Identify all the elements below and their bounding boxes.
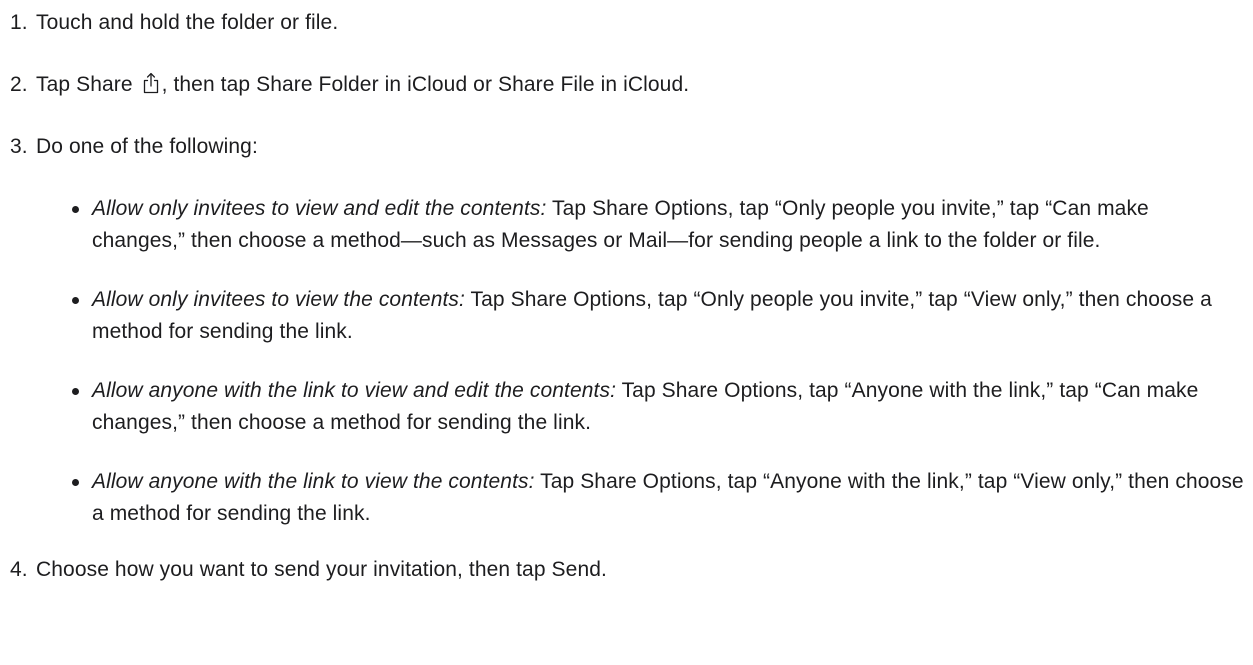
- step-text: Choose how you want to send your invitat…: [36, 558, 607, 581]
- step-4: 4. Choose how you want to send your invi…: [10, 554, 1245, 586]
- step-text: Touch and hold the folder or file.: [36, 11, 339, 34]
- option-list: Allow only invitees to view and edit the…: [36, 193, 1245, 530]
- step-number: 4.: [10, 558, 28, 581]
- step-text-before-icon: Tap Share: [36, 73, 139, 96]
- step-number: 2.: [10, 73, 28, 96]
- bullet-dot: [72, 206, 79, 213]
- option-item: Allow only invitees to view and edit the…: [36, 193, 1245, 257]
- step-text-after-icon: , then tap Share Folder in iCloud or Sha…: [161, 73, 690, 96]
- option-label: Allow anyone with the link to view and e…: [92, 379, 617, 402]
- bullet-dot: [72, 388, 79, 395]
- option-label: Allow anyone with the link to view the c…: [92, 470, 535, 493]
- step-text: Do one of the following:: [36, 135, 258, 158]
- option-item: Allow only invitees to view the contents…: [36, 284, 1245, 348]
- option-item: Allow anyone with the link to view and e…: [36, 375, 1245, 439]
- step-1: 1. Touch and hold the folder or file.: [10, 7, 1245, 39]
- step-number: 3.: [10, 135, 28, 158]
- bullet-dot: [72, 479, 79, 486]
- option-label: Allow only invitees to view the contents…: [92, 288, 465, 311]
- option-item: Allow anyone with the link to view the c…: [36, 466, 1245, 530]
- instruction-steps: 1. Touch and hold the folder or file. 2.…: [10, 7, 1245, 586]
- bullet-dot: [72, 297, 79, 304]
- step-2: 2. Tap Share , then tap Share Folder in …: [10, 69, 1245, 101]
- step-number: 1.: [10, 11, 28, 34]
- step-3: 3. Do one of the following: Allow only i…: [10, 131, 1245, 530]
- share-icon: [141, 72, 161, 94]
- option-label: Allow only invitees to view and edit the…: [92, 197, 547, 220]
